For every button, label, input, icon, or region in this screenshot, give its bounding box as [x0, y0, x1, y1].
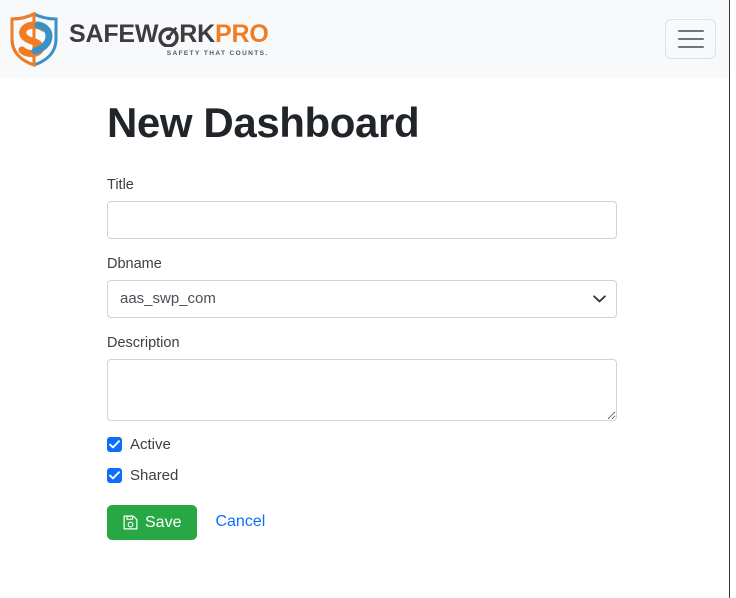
dbname-label: Dbname	[107, 256, 162, 273]
active-checkbox[interactable]	[107, 436, 122, 452]
dbname-select[interactable]: aas_swp_com	[107, 279, 617, 318]
cancel-link[interactable]: Cancel	[215, 513, 265, 531]
checkbox-row-active: Active	[107, 436, 729, 452]
shield-logo-icon	[8, 11, 60, 67]
brand-text: SAFEW RK PRO SAFETY THAT COUNTS.	[69, 20, 269, 58]
new-dashboard-form: Title Dbname aas_swp_com Description Act…	[107, 176, 729, 540]
main-content: New Dashboard Title Dbname aas_swp_com D…	[0, 78, 729, 540]
field-group-dbname: Dbname aas_swp_com	[107, 255, 729, 318]
brand-name-part1b: RK	[179, 20, 215, 49]
brand-logo-link[interactable]: SAFEW RK PRO SAFETY THAT COUNTS.	[8, 11, 269, 67]
form-actions: Save Cancel	[107, 504, 729, 540]
dbname-select-wrapper: aas_swp_com	[107, 279, 617, 318]
active-label[interactable]: Active	[130, 437, 171, 452]
navbar-toggler-button[interactable]	[665, 19, 716, 59]
hamburger-icon	[677, 30, 704, 32]
checkbox-row-shared: Shared	[107, 467, 729, 483]
top-navbar: SAFEW RK PRO SAFETY THAT COUNTS.	[0, 0, 729, 78]
description-textarea[interactable]	[107, 358, 617, 421]
page-title: New Dashboard	[107, 99, 420, 146]
brand-name-part2: PRO	[215, 20, 269, 49]
brand-name-part1: SAFEW	[69, 20, 159, 49]
field-group-title: Title	[107, 176, 729, 240]
shared-label[interactable]: Shared	[130, 468, 178, 483]
description-label: Description	[107, 334, 180, 351]
field-group-description: Description	[107, 334, 729, 421]
browser-viewport: SAFEW RK PRO SAFETY THAT COUNTS. New Das…	[0, 0, 730, 598]
hamburger-icon-bar2	[677, 38, 704, 40]
title-input[interactable]	[107, 201, 617, 240]
floppy-disk-save-icon	[123, 515, 138, 530]
save-button[interactable]: Save	[107, 504, 198, 540]
shared-checkbox[interactable]	[107, 467, 122, 483]
title-label: Title	[107, 177, 134, 194]
brand-o-target-icon	[158, 22, 179, 48]
brand-wordmark: SAFEW RK PRO	[69, 20, 269, 49]
brand-tagline: SAFETY THAT COUNTS.	[166, 50, 269, 58]
save-button-label: Save	[145, 513, 182, 531]
hamburger-icon-bar3	[677, 46, 704, 48]
